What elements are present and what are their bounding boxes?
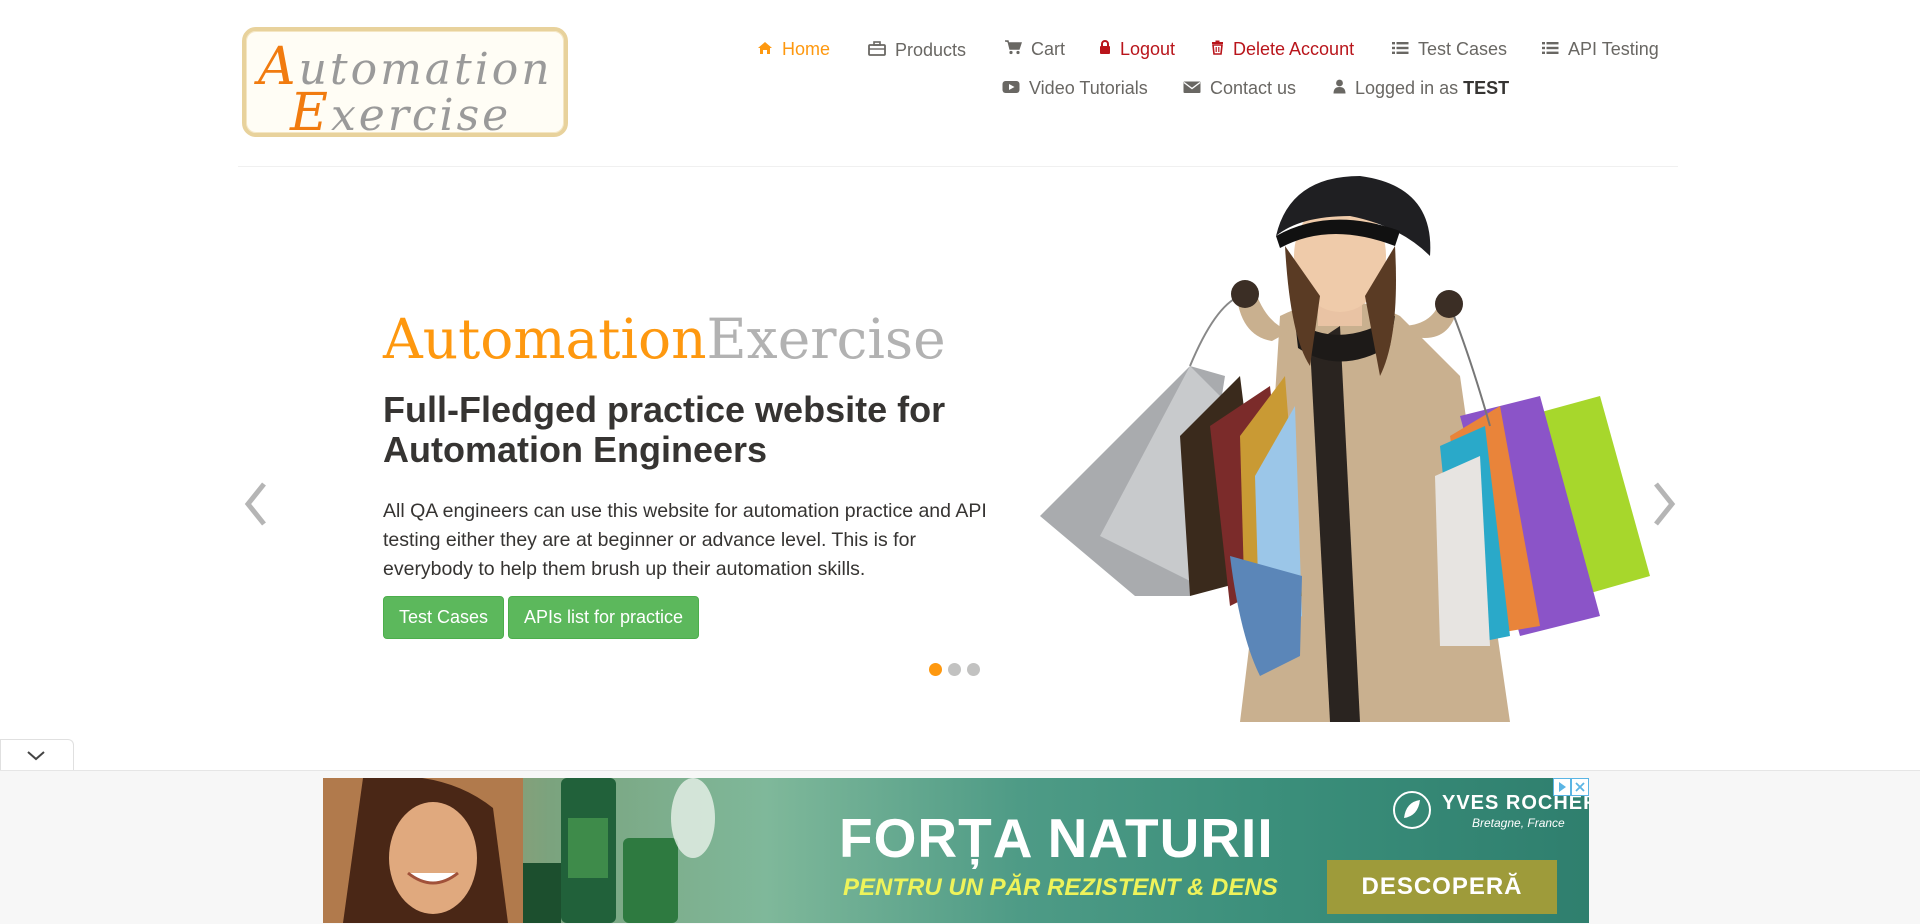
list-icon bbox=[1542, 39, 1559, 60]
ad-close-button[interactable] bbox=[1571, 778, 1589, 796]
ad-banner[interactable]: FORȚA NATURII PENTRU UN PĂR REZISTENT & … bbox=[323, 778, 1589, 923]
nav-api-testing[interactable]: API Testing bbox=[1542, 39, 1659, 60]
nav-api-testing-label: API Testing bbox=[1568, 39, 1659, 59]
briefcase-icon bbox=[868, 40, 886, 61]
test-cases-button[interactable]: Test Cases bbox=[383, 596, 505, 639]
ad-collapse-toggle[interactable] bbox=[0, 739, 74, 772]
ad-headline: FORȚA NATURII bbox=[839, 807, 1274, 869]
nav-home-label: Home bbox=[782, 39, 831, 59]
slider-description: All QA engineers can use this website fo… bbox=[383, 500, 987, 580]
list-icon bbox=[1392, 39, 1409, 60]
nav-video-tutorials-label: Video Tutorials bbox=[1029, 78, 1148, 98]
site-logo[interactable]: Automation Exercise bbox=[242, 27, 568, 143]
ad-product-image bbox=[523, 778, 715, 923]
header-divider bbox=[238, 166, 1678, 167]
brand-leaf-icon bbox=[1393, 791, 1431, 829]
slider-indicators bbox=[929, 663, 980, 676]
nav-test-cases-label: Test Cases bbox=[1418, 39, 1508, 59]
close-icon bbox=[1575, 782, 1585, 792]
logged-in-prefix: Logged in as bbox=[1355, 78, 1459, 98]
ad-choices-icon[interactable] bbox=[1553, 778, 1571, 796]
logged-in-username: TEST bbox=[1463, 78, 1510, 98]
lock-icon bbox=[1099, 39, 1111, 60]
envelope-icon bbox=[1183, 78, 1201, 99]
chevron-right-icon bbox=[1654, 482, 1676, 526]
ad-model-image bbox=[323, 778, 523, 923]
nav-products[interactable]: Products bbox=[868, 40, 966, 61]
nav-video-tutorials[interactable]: Video Tutorials bbox=[1002, 78, 1148, 99]
nav-home[interactable]: Home bbox=[757, 39, 830, 60]
user-icon bbox=[1333, 78, 1346, 99]
chevron-down-icon bbox=[27, 751, 45, 761]
slider-indicator-3[interactable] bbox=[967, 663, 980, 676]
slider-indicator-2[interactable] bbox=[948, 663, 961, 676]
apis-list-button[interactable]: APIs list for practice bbox=[508, 596, 700, 639]
logged-in-status: Logged in as TEST bbox=[1333, 78, 1509, 99]
ad-subline: PENTRU UN PĂR REZISTENT & DENS bbox=[843, 874, 1278, 901]
ad-brand: YVES ROCHER Bretagne, France bbox=[1392, 790, 1589, 835]
nav-cart-label: Cart bbox=[1031, 39, 1066, 59]
slider-brand-title: AutomationExercise bbox=[383, 307, 946, 371]
nav-delete-account-label: Delete Account bbox=[1233, 39, 1355, 59]
chevron-left-icon bbox=[244, 482, 266, 526]
nav-logout[interactable]: Logout bbox=[1099, 39, 1175, 60]
slider-image-shopping-girl bbox=[1040, 176, 1650, 722]
slider-prev-button[interactable] bbox=[238, 476, 274, 532]
nav-test-cases[interactable]: Test Cases bbox=[1392, 39, 1507, 60]
ad-cta-button[interactable]: DESCOPERĂ bbox=[1327, 860, 1557, 914]
trash-icon bbox=[1211, 39, 1224, 60]
logo-line-2: Exercise bbox=[290, 83, 512, 143]
slider-next-button[interactable] bbox=[1646, 476, 1682, 532]
nav-cart[interactable]: Cart bbox=[1004, 39, 1065, 60]
nav-contact-us-label: Contact us bbox=[1210, 78, 1297, 98]
youtube-icon bbox=[1002, 78, 1020, 99]
slider-headline: Full-Fledged practice website for Automa… bbox=[383, 389, 946, 470]
nav-products-label: Products bbox=[895, 40, 967, 60]
nav-delete-account[interactable]: Delete Account bbox=[1211, 39, 1354, 60]
nav-logout-label: Logout bbox=[1120, 39, 1176, 59]
home-icon bbox=[757, 39, 773, 60]
ad-brand-tagline: Bretagne, France bbox=[1472, 816, 1565, 830]
nav-contact-us[interactable]: Contact us bbox=[1183, 78, 1296, 99]
slider-indicator-1[interactable] bbox=[929, 663, 942, 676]
cart-icon bbox=[1004, 39, 1022, 60]
